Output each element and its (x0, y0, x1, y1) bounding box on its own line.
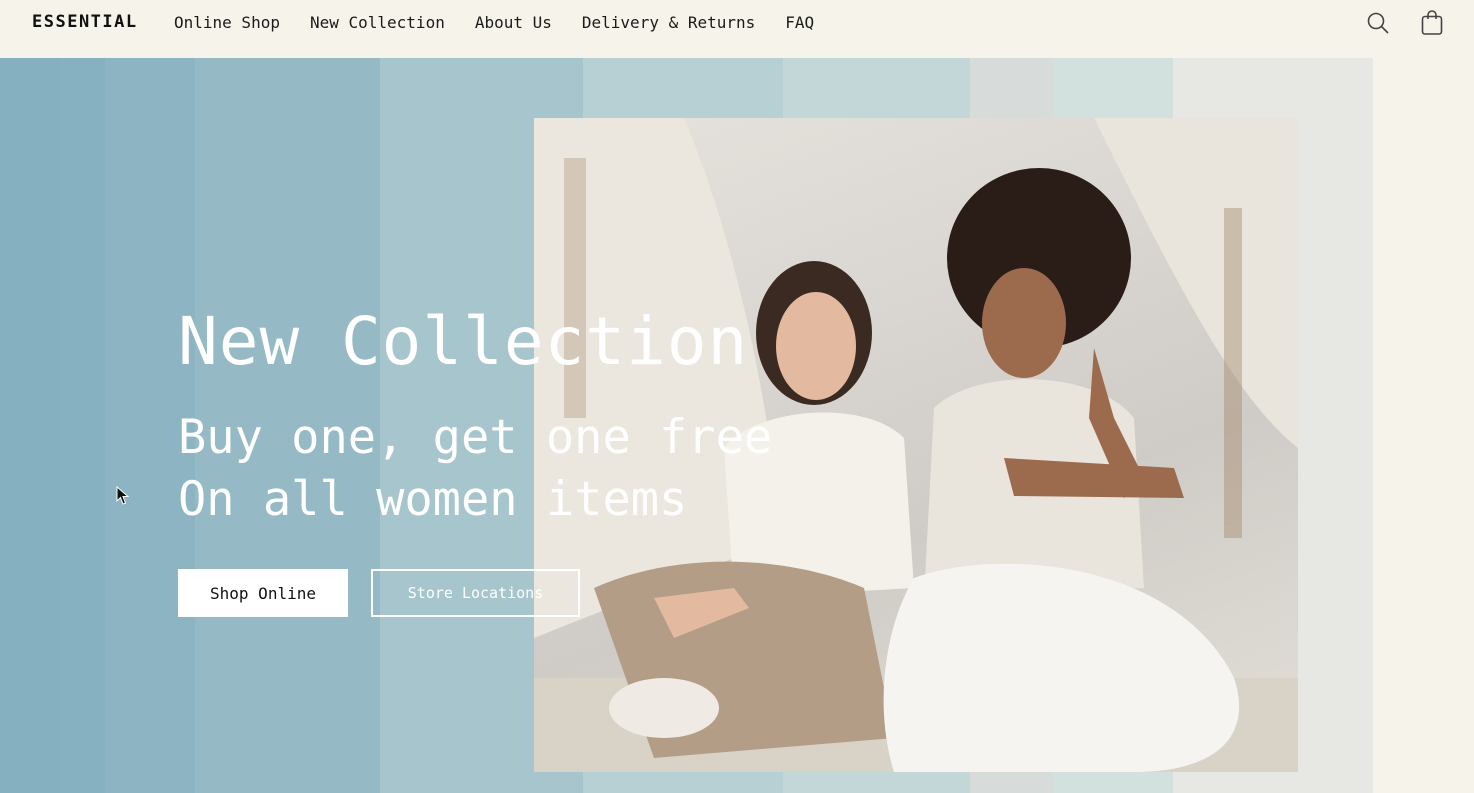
hero-background (0, 58, 60, 793)
hero-title: New Collection (178, 303, 749, 380)
hero-subtitle-line-1: Buy one, get one free (178, 410, 773, 465)
shopping-bag-icon[interactable] (1420, 10, 1444, 36)
shop-online-button[interactable]: Shop Online (178, 569, 348, 617)
nav-new-collection[interactable]: New Collection (310, 13, 445, 32)
hero-subtitle-line-2: On all women items (178, 472, 688, 527)
hero-banner: New Collection Buy one, get one free On … (0, 58, 1474, 793)
nav-about-us[interactable]: About Us (475, 13, 552, 32)
main-nav: Online Shop New Collection About Us Deli… (174, 13, 814, 32)
nav-faq[interactable]: FAQ (785, 13, 814, 32)
store-locations-button[interactable]: Store Locations (371, 569, 580, 617)
nav-delivery-returns[interactable]: Delivery & Returns (582, 13, 755, 32)
top-navigation-bar: ESSENTIAL Online Shop New Collection Abo… (0, 0, 1474, 58)
nav-online-shop[interactable]: Online Shop (174, 13, 280, 32)
search-icon[interactable] (1366, 10, 1390, 36)
mouse-cursor-icon (116, 485, 130, 506)
brand-logo[interactable]: ESSENTIAL (32, 12, 138, 32)
